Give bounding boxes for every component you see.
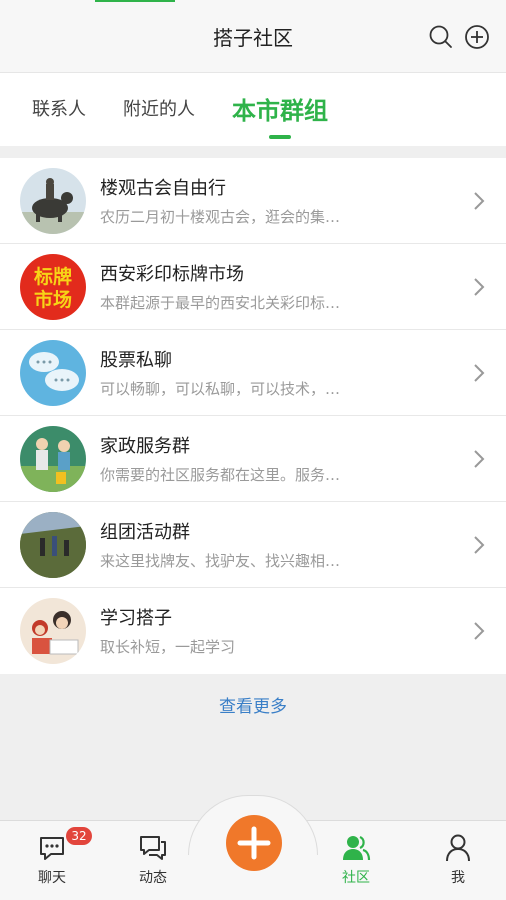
chat-icon: [40, 837, 64, 860]
list-item[interactable]: 楼观古会自由行 农历二月初十楼观古会，逛会的集…: [0, 158, 506, 244]
group-description: 本群起源于最早的西安北关彩印标…: [100, 294, 341, 312]
group-name: 家政服务群: [100, 436, 190, 457]
profile-icon: [446, 834, 470, 862]
group-description: 农历二月初十楼观古会，逛会的集…: [100, 208, 341, 226]
group-avatar: [20, 340, 86, 406]
moments-icon: [140, 836, 166, 860]
chevron-right-icon: [474, 536, 485, 554]
chevron-right-icon: [474, 622, 485, 640]
group-list: 楼观古会自由行 农历二月初十楼观古会，逛会的集… 标牌 市场 西安彩印标牌市场 …: [0, 158, 506, 674]
tab-bar: 联系人 附近的人 本市群组: [0, 72, 506, 146]
group-name: 楼观古会自由行: [100, 178, 226, 199]
list-item[interactable]: 学习搭子 取长补短，一起学习: [0, 588, 506, 674]
svg-text:市场: 市场: [34, 288, 72, 311]
unread-badge: 32: [66, 827, 92, 845]
chevron-right-icon: [474, 278, 485, 296]
tab-nearby[interactable]: 附近的人: [123, 95, 195, 121]
chevron-right-icon: [474, 450, 485, 468]
active-tab-indicator: [269, 135, 291, 139]
plus-icon: [237, 826, 271, 860]
nav-label: 聊天: [38, 870, 66, 886]
nav-chat[interactable]: 32 聊天: [22, 827, 92, 887]
nav-label: 我: [451, 870, 465, 886]
add-circle-icon[interactable]: [464, 24, 490, 50]
group-description: 你需要的社区服务都在这里。服务…: [100, 466, 341, 484]
group-description: 可以畅聊，可以私聊，可以技术，…: [100, 380, 341, 398]
group-name: 西安彩印标牌市场: [100, 264, 244, 285]
status-indicator: [95, 0, 175, 2]
header: 搭子社区: [0, 0, 506, 72]
nav-label: 社区: [342, 870, 370, 886]
group-name: 组团活动群: [100, 522, 190, 543]
nav-community[interactable]: 社区: [326, 833, 386, 887]
compose-button[interactable]: [226, 815, 282, 871]
svg-text:标牌: 标牌: [34, 265, 72, 288]
tab-city-groups[interactable]: 本市群组: [232, 91, 328, 126]
chevron-right-icon: [474, 192, 485, 210]
group-description: 取长补短，一起学习: [100, 638, 236, 656]
chevron-right-icon: [474, 364, 485, 382]
list-item[interactable]: 家政服务群 你需要的社区服务都在这里。服务…: [0, 416, 506, 502]
list-item[interactable]: 股票私聊 可以畅聊，可以私聊，可以技术，…: [0, 330, 506, 416]
group-name: 股票私聊: [100, 350, 172, 371]
nav-label: 动态: [139, 870, 167, 886]
group-avatar: [20, 512, 86, 578]
search-icon[interactable]: [428, 24, 454, 50]
tab-contacts[interactable]: 联系人: [32, 95, 86, 121]
nav-moments[interactable]: 动态: [123, 833, 183, 887]
view-more-link[interactable]: 查看更多: [0, 692, 506, 717]
group-name: 学习搭子: [100, 608, 172, 629]
community-icon: [343, 835, 371, 861]
nav-profile[interactable]: 我: [428, 833, 488, 887]
group-avatar: 标牌 市场: [20, 254, 86, 320]
group-avatar: [20, 598, 86, 664]
group-avatar: [20, 426, 86, 492]
group-avatar: [20, 168, 86, 234]
list-item[interactable]: 标牌 市场 西安彩印标牌市场 本群起源于最早的西安北关彩印标…: [0, 244, 506, 330]
group-description: 来这里找牌友、找驴友、找兴趣相…: [100, 552, 341, 570]
list-item[interactable]: 组团活动群 来这里找牌友、找驴友、找兴趣相…: [0, 502, 506, 588]
